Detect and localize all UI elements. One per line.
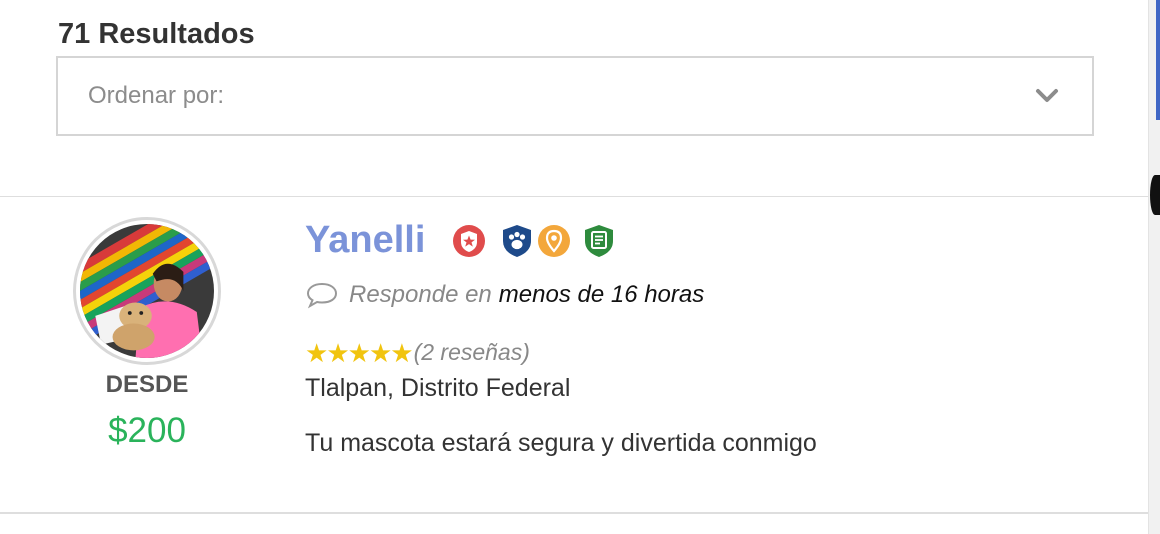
sitter-description: Tu mascota estará segura y divertida con… — [305, 429, 817, 457]
results-count: 71 Resultados — [58, 18, 255, 50]
reviews-link[interactable]: (2 reseñas) — [414, 339, 530, 366]
chevron-down-icon — [1034, 83, 1060, 109]
star-rating: ★ ★ ★ ★ ★ — [305, 337, 414, 368]
rating-row: ★ ★ ★ ★ ★ (2 reseñas) — [305, 339, 530, 366]
map-marker-edge — [1150, 175, 1160, 215]
sitter-location: Tlalpan, Distrito Federal — [305, 374, 571, 402]
price-amount: $200 — [108, 411, 186, 450]
sort-placeholder: Ordenar por: — [88, 82, 225, 109]
response-time-row: Responde en menos de 16 horas — [305, 281, 704, 309]
paw-shield-icon — [499, 223, 535, 259]
document-check-icon — [581, 223, 617, 259]
sort-dropdown[interactable]: Ordenar por: — [56, 56, 1094, 136]
star-icon: ★ — [347, 337, 371, 368]
price-from-label: DESDE — [105, 371, 189, 398]
divider — [0, 512, 1148, 514]
chat-bubble-icon — [305, 281, 339, 309]
star-icon: ★ — [390, 337, 413, 368]
star-icon: ★ — [368, 337, 392, 368]
star-icon: ★ — [305, 337, 328, 368]
response-label: Responde en — [349, 281, 492, 308]
avatar[interactable] — [73, 217, 221, 365]
map-edge — [1156, 0, 1160, 120]
response-time-value: menos de 16 horas — [498, 281, 705, 308]
sitter-name-link[interactable]: Yanelli — [305, 219, 425, 262]
star-shield-icon — [451, 223, 487, 259]
star-icon: ★ — [326, 337, 349, 368]
sitter-card[interactable]: DESDE $200 Yanelli Responde en menos de … — [0, 197, 1148, 512]
location-pin-icon — [536, 223, 572, 259]
